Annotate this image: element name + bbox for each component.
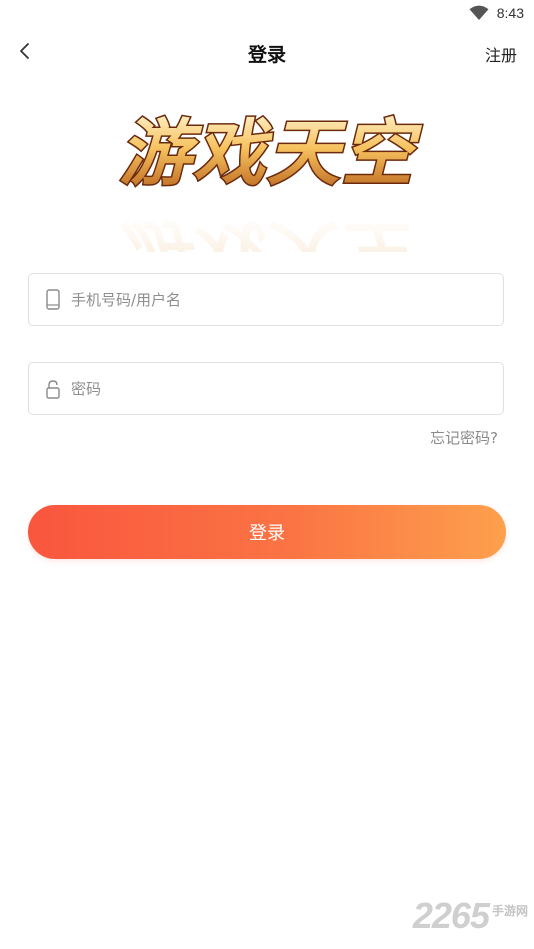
game-sky-logo: 游戏天空 游戏天空: [105, 92, 429, 253]
logo-text: 游戏天空: [117, 109, 423, 197]
username-field[interactable]: [28, 273, 504, 326]
username-input[interactable]: [71, 274, 491, 325]
navigation-bar: 登录 注册: [0, 30, 534, 76]
password-field[interactable]: [28, 362, 504, 415]
register-link[interactable]: 注册: [485, 42, 517, 66]
svg-text:游戏天空: 游戏天空: [119, 110, 423, 195]
login-button[interactable]: 登录: [28, 505, 506, 559]
status-icons: 8:43: [469, 5, 524, 21]
phone-icon: [43, 289, 63, 311]
svg-text:游戏天空: 游戏天空: [119, 211, 423, 252]
forgot-password-link[interactable]: 忘记密码?: [430, 427, 498, 448]
watermark-number: 2265: [412, 895, 490, 936]
status-time: 8:43: [496, 5, 524, 21]
watermark-logo: 2265 手游网: [413, 895, 528, 937]
watermark-text: 手游网: [491, 903, 528, 918]
wifi-icon: [469, 5, 489, 21]
password-input[interactable]: [71, 363, 491, 414]
back-button[interactable]: [10, 38, 40, 68]
logo-reflection: 游戏天空: [119, 211, 423, 252]
lock-icon: [43, 378, 63, 400]
page-title: 登录: [247, 44, 286, 66]
status-bar: 8:43: [0, 0, 534, 30]
chevron-left-icon: [18, 42, 32, 64]
